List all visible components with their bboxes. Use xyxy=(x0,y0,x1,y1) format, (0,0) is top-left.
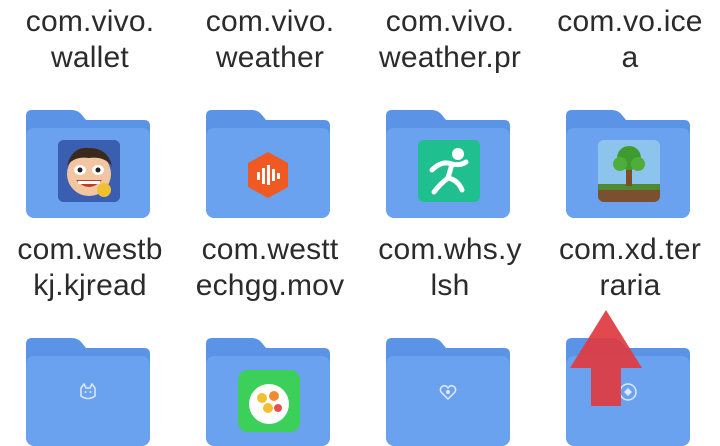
folder-label-line2: weather xyxy=(215,41,325,74)
folder-label-line2: lsh xyxy=(430,269,470,302)
folder-item-vivo-weather-pr[interactable]: com.vivo. weather.pr xyxy=(360,0,540,80)
flower-app-icon xyxy=(238,370,300,432)
folder-label-line2: a xyxy=(621,41,639,74)
folder-item-westt-echgg-mov[interactable]: com.westt echgg.mov xyxy=(180,100,360,302)
green-runner-app-icon xyxy=(418,140,480,202)
folder-label-line2: weather.pr xyxy=(378,41,522,74)
cartoon-face-app-icon xyxy=(58,140,120,202)
folder-grid: com.vivo. wallet com.vivo. weather com.v… xyxy=(0,0,720,446)
file-browser-screen: { "items": [ {"label_l1": "com.vivo.", "… xyxy=(0,0,720,446)
folder-item-row3-2[interactable] xyxy=(180,328,360,446)
folder-label-line1: com.whs.y xyxy=(378,233,522,266)
folder-item-vo-icea[interactable]: com.vo.ice a xyxy=(540,0,720,80)
folder-icon xyxy=(204,108,332,218)
folder-item-westb-kjread[interactable]: com.westb kj.kjread xyxy=(0,100,180,302)
folder-label-line1: com.vivo. xyxy=(25,5,155,38)
folder-label-line2: wallet xyxy=(51,41,129,74)
red-pointer-arrow-icon xyxy=(570,310,642,406)
folder-label-line1: com.vivo. xyxy=(385,5,515,38)
cat-emblem-icon xyxy=(80,382,96,400)
folder-icon xyxy=(384,336,512,446)
folder-item-row3-1[interactable] xyxy=(0,328,180,446)
heart-emblem-icon xyxy=(439,385,457,401)
folder-item-vivo-wallet[interactable]: com.vivo. wallet xyxy=(0,0,180,80)
folder-icon xyxy=(204,336,332,446)
folder-label-line1: com.vo.ice xyxy=(557,5,703,38)
folder-item-row3-3[interactable] xyxy=(360,328,540,446)
folder-item-xd-terraria[interactable]: com.xd.ter raria xyxy=(540,100,720,302)
terraria-tree-app-icon xyxy=(598,140,660,202)
folder-icon xyxy=(24,108,152,218)
folder-label-line1: com.westt xyxy=(201,233,339,266)
folder-item-whs-ylsh[interactable]: com.whs.y lsh xyxy=(360,100,540,302)
folder-label-line1: com.vivo. xyxy=(205,5,335,38)
folder-label-line1: com.westb xyxy=(17,233,163,266)
folder-icon xyxy=(384,108,512,218)
folder-icon xyxy=(564,108,692,218)
folder-item-vivo-weather[interactable]: com.vivo. weather xyxy=(180,0,360,80)
orange-podcast-app-icon xyxy=(243,150,293,200)
folder-label-line2: kj.kjread xyxy=(33,269,147,302)
folder-label-line2: raria xyxy=(599,269,661,302)
folder-label-line1: com.xd.ter xyxy=(558,233,702,266)
folder-label-line2: echgg.mov xyxy=(195,269,345,302)
folder-icon xyxy=(24,336,152,446)
